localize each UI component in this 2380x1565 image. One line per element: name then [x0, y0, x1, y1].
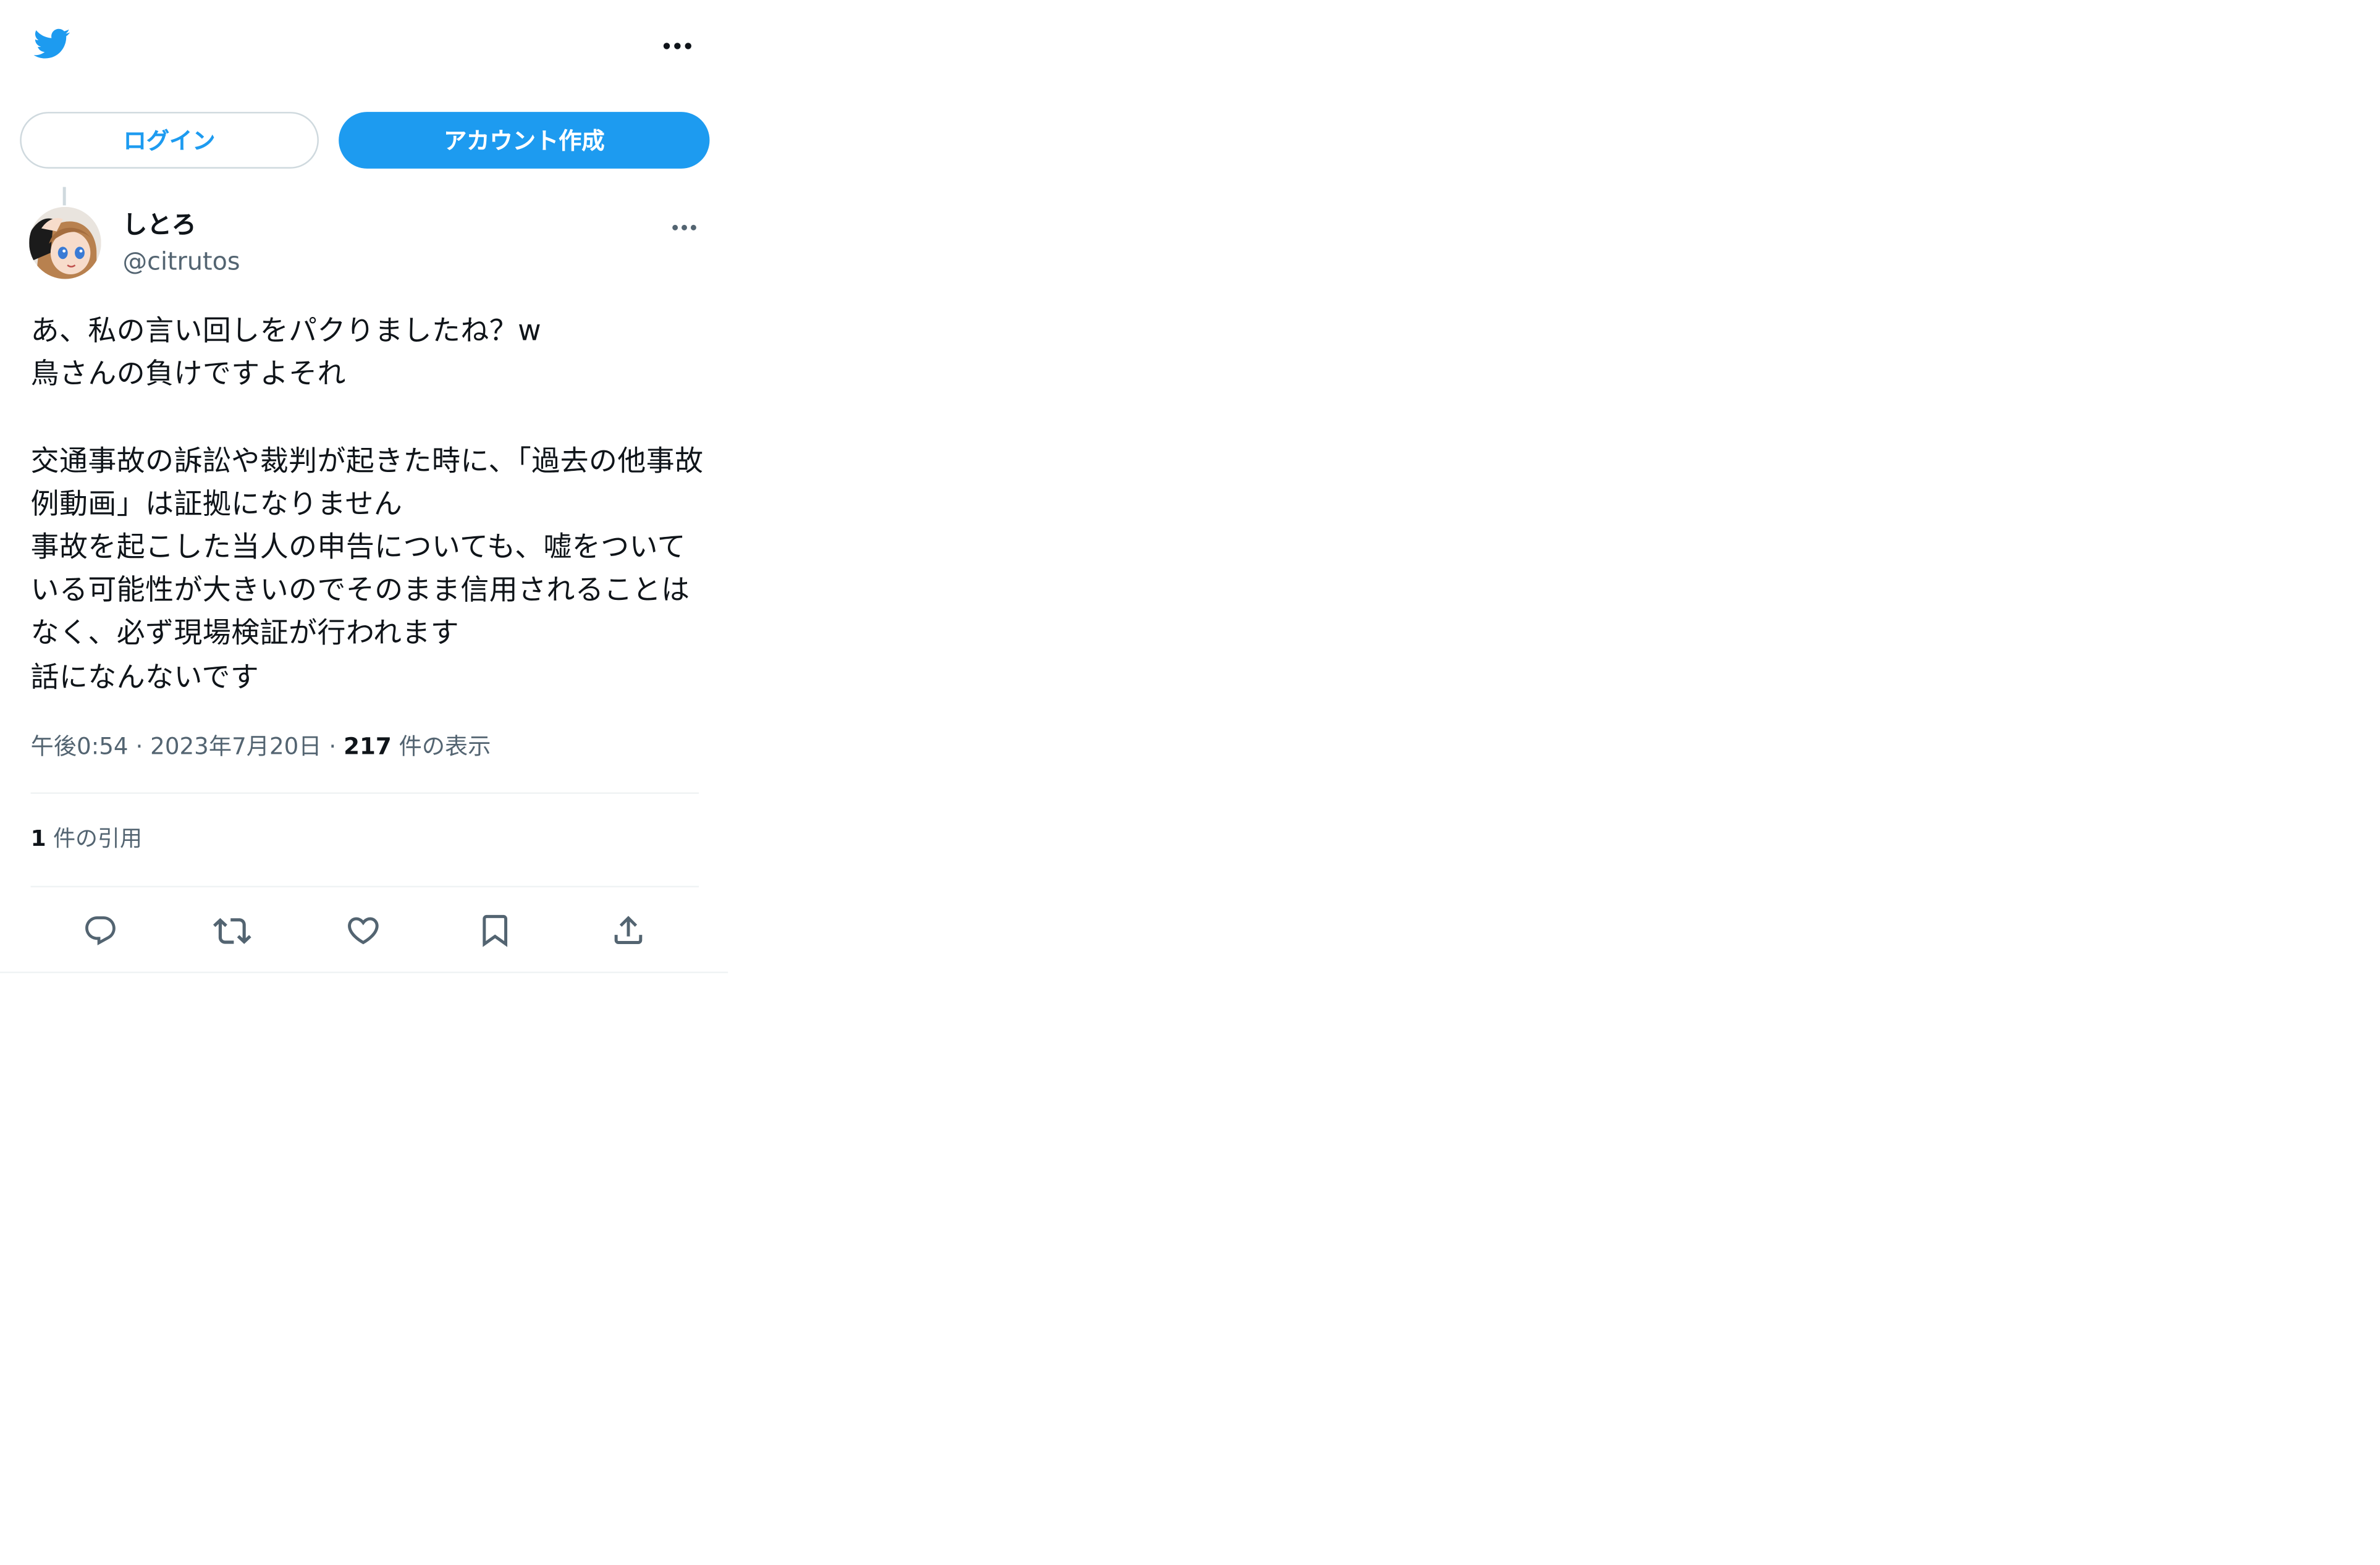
tweet-meta: 午後0:54 · 2023年7月20日 · 217 件の表示: [31, 730, 491, 764]
views-label: 件の表示: [399, 732, 491, 761]
views-count: 217: [344, 732, 392, 761]
divider: [30, 885, 699, 888]
meta-separator: ·: [329, 732, 337, 761]
tweet-more-button[interactable]: [664, 211, 703, 242]
like-button[interactable]: [337, 904, 389, 956]
divider: [30, 792, 699, 794]
quotes-label: 件の引用: [53, 827, 142, 853]
share-icon: [614, 916, 643, 944]
reply-icon: [84, 915, 115, 945]
quotes-link[interactable]: 1 件の引用: [31, 825, 142, 856]
more-horizontal-icon: [663, 43, 691, 49]
quotes-count: 1: [30, 827, 46, 853]
signup-button[interactable]: アカウント作成: [339, 112, 710, 169]
tweet-time[interactable]: 午後0:54: [31, 733, 129, 761]
bookmark-button[interactable]: [469, 904, 521, 956]
tweet-actions: [31, 904, 699, 956]
author-display-name[interactable]: しとろ: [122, 210, 196, 241]
tweet-embed: ログイン アカウント作成 しとろ @citrutos あ、私の言い回しをパクりま…: [0, 0, 728, 974]
tweet-text: あ、私の言い回しをパクりましたね？w 鳥さんの負けですよそれ 交通事故の訴訟や裁…: [30, 315, 704, 694]
thread-connector-line: [62, 187, 66, 206]
heart-icon: [348, 917, 379, 945]
avatar[interactable]: [29, 206, 101, 279]
twitter-bird-icon[interactable]: [29, 25, 74, 63]
reply-button[interactable]: [74, 904, 125, 956]
retweet-button[interactable]: [205, 904, 257, 956]
page: ログイン アカウント作成 しとろ @citrutos あ、私の言い回しをパクりま…: [0, 0, 2380, 1565]
more-horizontal-icon: [671, 224, 696, 230]
author-handle[interactable]: @citrutos: [122, 247, 240, 277]
more-options-button[interactable]: [656, 28, 699, 65]
share-button[interactable]: [602, 904, 654, 956]
login-button[interactable]: ログイン: [20, 112, 319, 169]
retweet-icon: [212, 917, 251, 943]
bookmark-icon: [483, 914, 508, 947]
tweet-date[interactable]: 2023年7月20日: [150, 733, 321, 761]
meta-separator: ·: [135, 732, 143, 761]
